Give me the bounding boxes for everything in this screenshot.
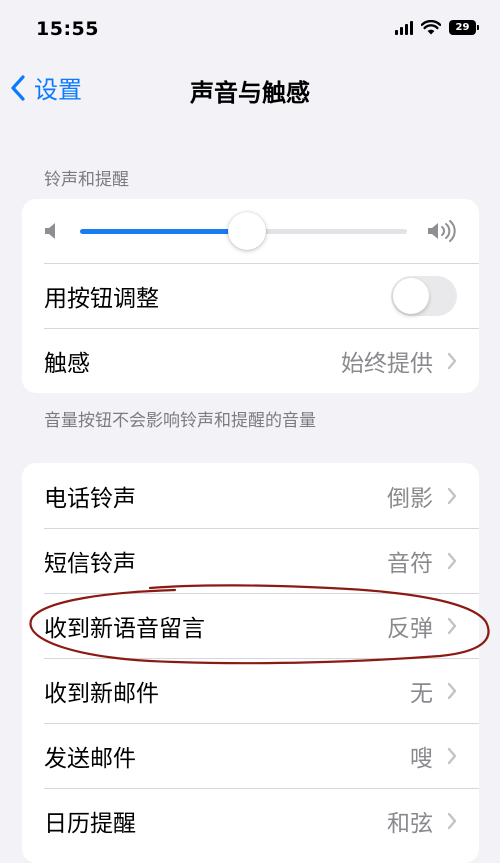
status-icons: 29 [395, 20, 479, 35]
sound-row-sent-mail[interactable]: 发送邮件 嗖 [22, 723, 479, 788]
speaker-low-icon [45, 223, 55, 239]
section-header-ringers: 铃声和提醒 [44, 170, 129, 190]
haptics-row[interactable]: 触感 始终提供 [22, 328, 479, 393]
ringers-group: 用按钮调整 触感 始终提供 [22, 199, 479, 393]
battery-icon: 29 [449, 20, 479, 35]
speaker-high-icon [428, 220, 456, 242]
sound-label: 收到新语音留言 [44, 615, 205, 642]
sound-label: 日历提醒 [44, 810, 136, 837]
volume-slider-thumb[interactable] [227, 211, 266, 250]
volume-slider[interactable] [80, 211, 407, 250]
sound-right: 无 [410, 674, 457, 708]
volume-slider-row [22, 199, 479, 263]
chevron-right-icon [447, 812, 457, 829]
sound-row-ringtone[interactable]: 电话铃声 倒影 [22, 463, 479, 528]
toggle-knob [393, 277, 429, 314]
section-footer-ringers: 音量按钮不会影响铃声和提醒的音量 [44, 411, 316, 431]
adjust-with-buttons-control [391, 275, 457, 316]
adjust-with-buttons-label: 用按钮调整 [44, 285, 159, 312]
sound-row-new-mail[interactable]: 收到新邮件 无 [22, 658, 479, 723]
status-time: 15:55 [36, 18, 99, 40]
battery-level: 29 [455, 22, 470, 33]
sound-value: 反弹 [387, 615, 433, 642]
sounds-group: 电话铃声 倒影 短信铃声 音符 收到新语音留言 反弹 收到新邮件 无 发送邮件 … [22, 463, 479, 863]
sound-right: 倒影 [387, 479, 457, 513]
sound-label: 电话铃声 [44, 485, 136, 512]
sound-row-new-voicemail[interactable]: 收到新语音留言 反弹 [22, 593, 479, 658]
volume-slider-fill [80, 228, 247, 234]
haptics-value: 始终提供 [341, 350, 433, 377]
sound-value: 嗖 [410, 745, 433, 772]
chevron-right-icon [447, 747, 457, 764]
adjust-with-buttons-row: 用按钮调整 [22, 263, 479, 328]
sound-value: 音符 [387, 550, 433, 577]
sound-value: 和弦 [387, 810, 433, 837]
haptics-label: 触感 [44, 350, 90, 377]
sound-row-text-tone[interactable]: 短信铃声 音符 [22, 528, 479, 593]
cellular-signal-icon [395, 20, 413, 35]
chevron-right-icon [447, 487, 457, 504]
status-bar: 15:55 29 [0, 0, 500, 60]
sound-value: 无 [410, 680, 433, 707]
sound-value: 倒影 [387, 485, 433, 512]
adjust-with-buttons-toggle[interactable] [391, 275, 457, 316]
sound-label: 发送邮件 [44, 745, 136, 772]
wifi-icon [421, 20, 441, 35]
chevron-right-icon [447, 352, 457, 369]
nav-bar: 设置 声音与触感 [0, 60, 500, 116]
sound-label: 短信铃声 [44, 550, 136, 577]
haptics-right: 始终提供 [341, 344, 457, 378]
sound-row-calendar-alerts[interactable]: 日历提醒 和弦 [22, 788, 479, 853]
chevron-right-icon [447, 682, 457, 699]
sound-right: 嗖 [410, 739, 457, 773]
page-title: 声音与触感 [190, 79, 310, 107]
sound-right: 音符 [387, 544, 457, 578]
sound-right: 和弦 [387, 804, 457, 838]
sound-label: 收到新邮件 [44, 680, 159, 707]
chevron-right-icon [447, 552, 457, 569]
chevron-right-icon [447, 617, 457, 634]
sound-right: 反弹 [387, 609, 457, 643]
